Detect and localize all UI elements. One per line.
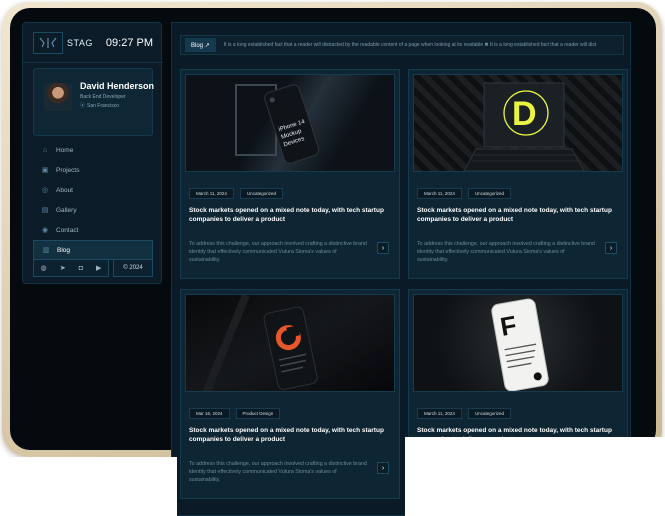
nav-label: About bbox=[56, 186, 73, 194]
device-mockup: STAG 09:27 PM David Henderson Back End D… bbox=[0, 0, 665, 516]
youtube-icon[interactable]: ▶ bbox=[96, 264, 101, 272]
chevron-right-icon: › bbox=[381, 464, 385, 472]
social-links: ◍ ➤ ◘ ▶ bbox=[33, 259, 109, 277]
profile-location-text: San Francisco bbox=[87, 102, 119, 109]
card-meta: Mar 16, 2024 Product Design bbox=[189, 408, 281, 419]
blog-icon: ▥ bbox=[42, 247, 50, 254]
chevron-right-icon: › bbox=[609, 244, 613, 252]
category-badge[interactable]: Uncategorized bbox=[239, 188, 283, 199]
location-pin-icon: ⦿ bbox=[80, 103, 86, 109]
top-bar: Blog ↗ It is a long established fact tha… bbox=[180, 35, 624, 55]
card-meta: March 11, 2024 Uncategorized bbox=[189, 188, 283, 199]
category-badge[interactable]: Product Design bbox=[235, 408, 281, 419]
sidebar-nav: ⌂ Home ▣ Projects ◎ About ▤ Gallery ◉ Contact… bbox=[33, 140, 153, 260]
sidebar-item-projects[interactable]: ▣ Projects bbox=[33, 160, 153, 180]
marquee-text: It is a long established fact that a rea… bbox=[223, 42, 597, 48]
laptop-mockup-illustration: D bbox=[463, 82, 585, 171]
phone-f-mockup-illustration: F bbox=[491, 298, 549, 391]
contact-icon: ◉ bbox=[41, 227, 49, 234]
blog-card[interactable]: Mar 16, 2024 Product Design Stock market… bbox=[180, 289, 400, 499]
sidebar: STAG 09:27 PM David Henderson Back End D… bbox=[22, 22, 163, 284]
chevron-right-icon: › bbox=[381, 244, 385, 252]
card-image: F bbox=[413, 294, 623, 392]
read-more-button[interactable]: › bbox=[377, 242, 389, 254]
date-badge: Mar 16, 2024 bbox=[189, 408, 230, 419]
profile-name: David Henderson bbox=[80, 81, 155, 91]
instagram-icon[interactable]: ◘ bbox=[79, 265, 83, 272]
card-image: iPhone 14 Mockup Devices bbox=[185, 74, 395, 172]
dribbble-icon[interactable]: ◍ bbox=[41, 264, 47, 272]
date-badge: March 11, 2024 bbox=[189, 188, 234, 199]
sidebar-item-gallery[interactable]: ▤ Gallery bbox=[33, 200, 153, 220]
card-title[interactable]: Stock markets opened on a mixed note tod… bbox=[189, 426, 389, 444]
card-meta: March 11, 2024 Uncategorized bbox=[417, 408, 511, 419]
bottom-right-background bbox=[405, 437, 665, 516]
nav-label: Projects bbox=[56, 166, 80, 174]
gallery-icon: ▤ bbox=[41, 207, 49, 214]
brand-name: STAG bbox=[67, 37, 93, 48]
sidebar-item-home[interactable]: ⌂ Home bbox=[33, 140, 153, 160]
avatar bbox=[44, 83, 72, 111]
blog-card[interactable]: iPhone 14 Mockup Devices March 11, 2024 … bbox=[180, 69, 400, 279]
bottom-left-background bbox=[0, 457, 177, 516]
copyright: © 2024 bbox=[113, 259, 153, 277]
card-title[interactable]: Stock markets opened on a mixed note tod… bbox=[417, 206, 617, 224]
about-icon: ◎ bbox=[41, 187, 49, 194]
home-icon: ⌂ bbox=[42, 146, 48, 154]
sidebar-footer: ◍ ➤ ◘ ▶ © 2024 bbox=[33, 259, 153, 277]
card-meta: March 11, 2024 Uncategorized bbox=[417, 188, 511, 199]
card-image: D bbox=[413, 74, 623, 172]
card-description: To address this challenge, our approach … bbox=[189, 461, 367, 483]
mockup-letter: D bbox=[512, 95, 537, 133]
projects-icon: ▣ bbox=[41, 167, 49, 174]
category-badge[interactable]: Uncategorized bbox=[467, 188, 511, 199]
read-more-button[interactable]: › bbox=[377, 462, 389, 474]
profile-role: Back End Developer bbox=[80, 94, 126, 100]
phone-c-mockup-illustration bbox=[202, 295, 318, 391]
sidebar-item-blog[interactable]: ▥ Blog bbox=[33, 240, 153, 260]
stag-logo-icon bbox=[39, 37, 57, 48]
profile-card: David Henderson Back End Developer ⦿ San… bbox=[33, 68, 155, 136]
card-description: To address this challenge, our approach … bbox=[189, 241, 367, 263]
telegram-icon[interactable]: ➤ bbox=[60, 264, 66, 272]
read-more-button[interactable]: › bbox=[605, 242, 617, 254]
sidebar-item-about[interactable]: ◎ About bbox=[33, 180, 153, 200]
profile-location: ⦿ San Francisco bbox=[80, 102, 119, 110]
clock: 09:27 PM bbox=[105, 36, 153, 49]
sidebar-item-contact[interactable]: ◉ Contact bbox=[33, 220, 153, 240]
logo[interactable] bbox=[33, 31, 63, 54]
blog-tag-button[interactable]: Blog ↗ bbox=[185, 38, 216, 52]
blog-card[interactable]: D March 11, 2024 Uncategorized Stock mar… bbox=[408, 69, 628, 279]
date-badge: March 11, 2024 bbox=[417, 408, 462, 419]
nav-label: Home bbox=[56, 146, 74, 154]
card-image bbox=[185, 294, 395, 392]
iphone-mockup-illustration: iPhone 14 Mockup Devices bbox=[235, 84, 320, 164]
nav-label: Blog bbox=[57, 246, 71, 254]
date-badge: March 11, 2024 bbox=[417, 188, 462, 199]
sidebar-header: STAG 09:27 PM bbox=[23, 23, 163, 63]
card-description: To address this challenge, our approach … bbox=[417, 241, 595, 263]
nav-label: Gallery bbox=[56, 206, 77, 214]
card-title[interactable]: Stock markets opened on a mixed note tod… bbox=[189, 206, 389, 224]
category-badge[interactable]: Uncategorized bbox=[467, 408, 511, 419]
nav-label: Contact bbox=[56, 226, 79, 234]
